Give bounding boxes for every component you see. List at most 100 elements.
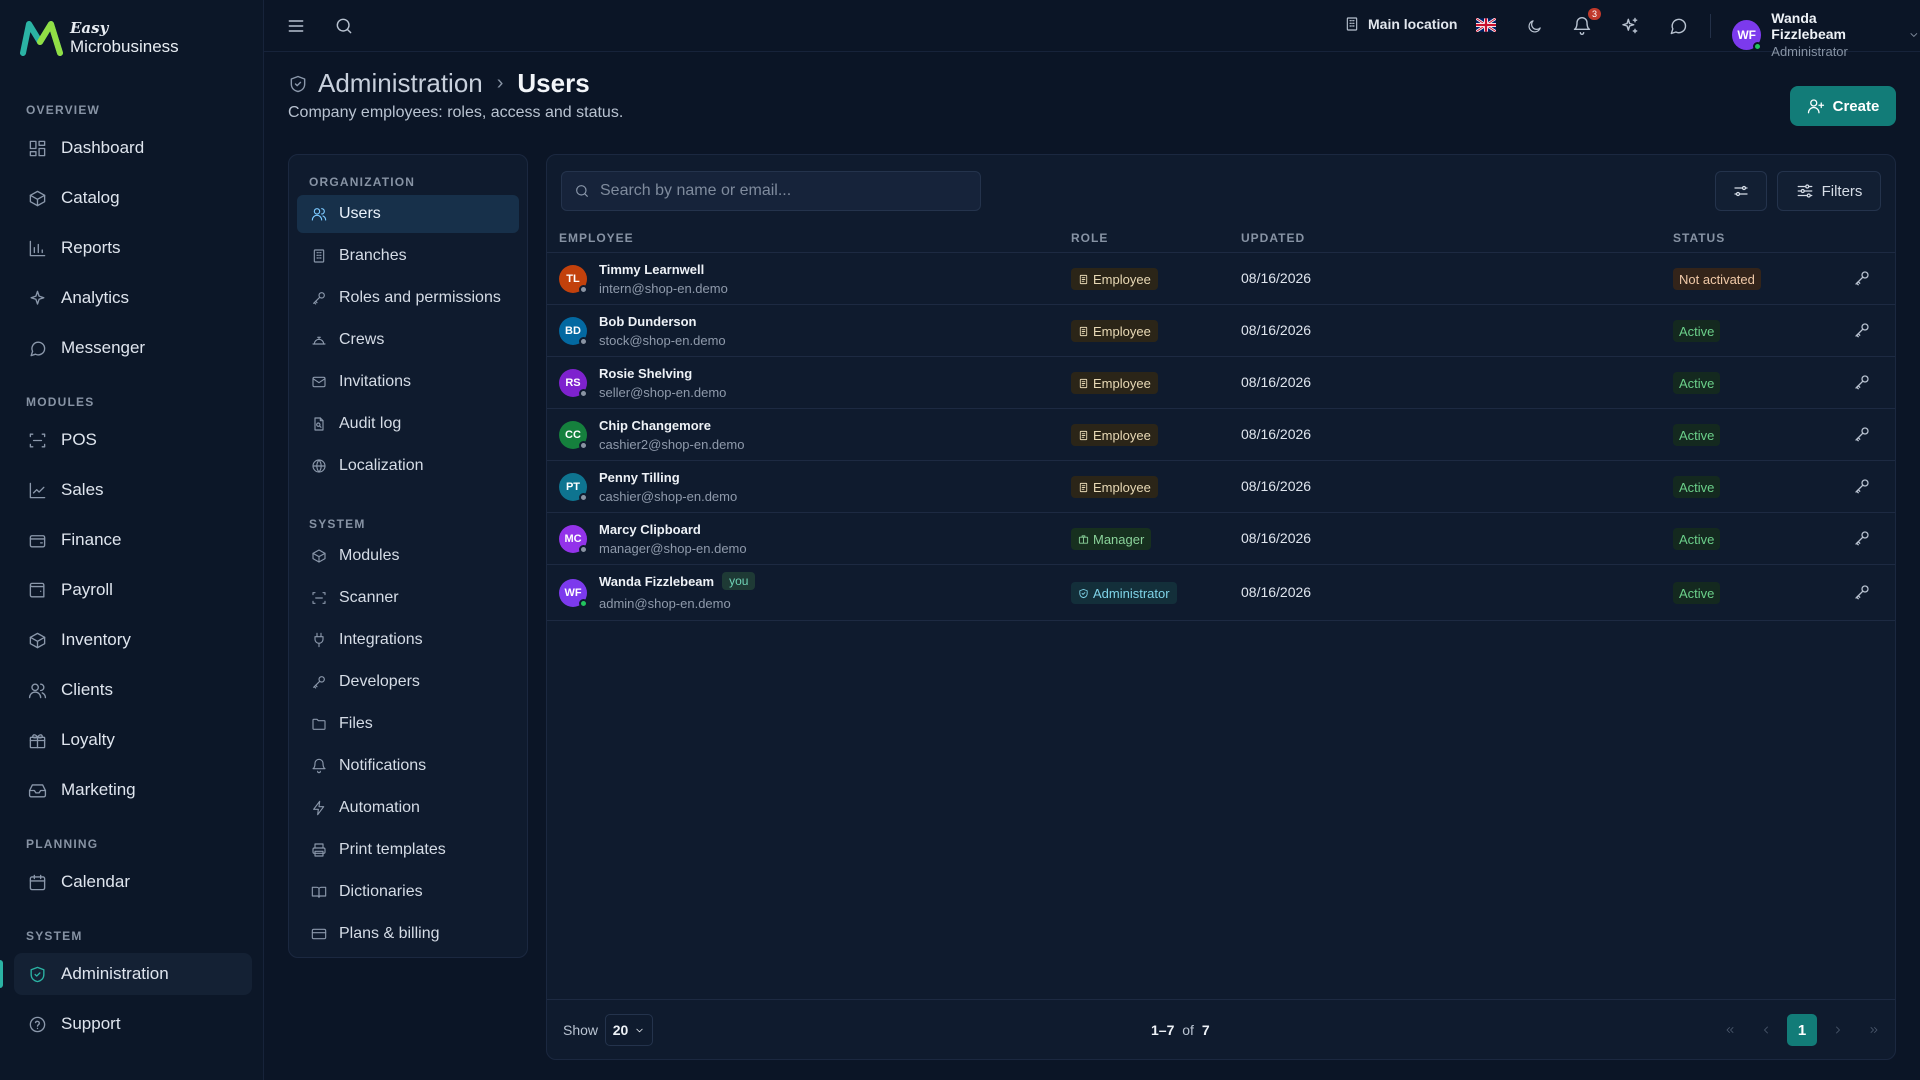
user-plus-icon [1807, 99, 1824, 114]
employee-name[interactable]: Marcy Clipboard [599, 522, 701, 537]
access-key-button[interactable] [1853, 269, 1871, 287]
subnav-item-crews[interactable]: Crews [297, 321, 519, 359]
table-row[interactable]: WF Wanda Fizzlebeam you admin@shop-en.demo A… [547, 565, 1895, 621]
subnav-item-modules[interactable]: Modules [297, 537, 519, 575]
subnav-item-automation[interactable]: Automation [297, 789, 519, 827]
updated-date: 08/16/2026 [1241, 584, 1312, 600]
subnav-item-integrations[interactable]: Integrations [297, 621, 519, 659]
first-page-button[interactable] [1715, 1014, 1745, 1046]
subnav-item-branches[interactable]: Branches [297, 237, 519, 275]
sidebar-item-label: Catalog [61, 188, 120, 207]
sidebar-item-clients[interactable]: Clients [14, 669, 252, 711]
column-role[interactable]: ROLE [1071, 231, 1108, 245]
filters-button[interactable]: Filters [1777, 171, 1881, 211]
table-row[interactable]: CC Chip Changemore cashier2@shop-en.demo Em… [547, 409, 1895, 461]
updated-date: 08/16/2026 [1241, 530, 1312, 546]
table-row[interactable]: TL Timmy Learnwell intern@shop-en.demo Empl… [547, 253, 1895, 305]
subnav-item-scanner[interactable]: Scanner [297, 579, 519, 617]
prev-page-button[interactable] [1751, 1014, 1781, 1046]
user-menu[interactable]: WF Wanda Fizzlebeam Administrator [1732, 10, 1920, 59]
subnav-item-label: Scanner [339, 589, 399, 606]
access-key-button[interactable] [1853, 529, 1871, 547]
column-settings-button[interactable] [1715, 171, 1767, 211]
sidebar-item-analytics[interactable]: Analytics [14, 277, 252, 319]
employee-name[interactable]: Chip Changemore [599, 418, 711, 433]
page-button-current[interactable]: 1 [1787, 1014, 1817, 1046]
subnav-item-notifications[interactable]: Notifications [297, 747, 519, 785]
notifications-button[interactable]: 3 [1570, 8, 1602, 38]
access-key-button[interactable] [1853, 321, 1871, 339]
access-key-button[interactable] [1853, 477, 1871, 495]
sparkles-icon [1622, 17, 1638, 34]
search-box[interactable] [561, 171, 981, 211]
key-icon [1855, 375, 1869, 390]
last-page-button[interactable] [1859, 1014, 1889, 1046]
sidebar-item-sales[interactable]: Sales [14, 469, 252, 511]
subnav-item-developers[interactable]: Developers [297, 663, 519, 701]
employee-initials: WF [564, 587, 582, 599]
sidebar-item-calendar[interactable]: Calendar [14, 861, 252, 903]
dashboard-icon [29, 140, 46, 156]
user-name: Wanda Fizzlebeam [1771, 10, 1846, 42]
column-employee[interactable]: EMPLOYEE [559, 231, 634, 245]
sidebar-item-catalog[interactable]: Catalog [14, 177, 252, 219]
mail-icon [312, 376, 326, 388]
global-search-button[interactable] [332, 14, 356, 38]
chat-button[interactable] [1666, 14, 1690, 38]
sidebar-item-reports[interactable]: Reports [14, 227, 252, 269]
subnav-item-localization[interactable]: Localization [297, 447, 519, 485]
subnav-item-audit-log[interactable]: Audit log [297, 405, 519, 443]
ai-assistant-button[interactable] [1618, 14, 1642, 38]
filters-label: Filters [1821, 182, 1863, 200]
sidebar-item-payroll[interactable]: Payroll [14, 569, 252, 611]
access-key-button[interactable] [1853, 425, 1871, 443]
role-badge: Manager [1071, 528, 1152, 550]
table-row[interactable]: BD Bob Dunderson stock@shop-en.demo Employe… [547, 305, 1895, 357]
breadcrumb-parent[interactable]: Administration [318, 68, 483, 99]
sidebar-item-pos[interactable]: POS [14, 419, 252, 461]
subnav-item-users[interactable]: Users [297, 195, 519, 233]
subnav-item-roles[interactable]: Roles and permissions [297, 279, 519, 317]
subnav-item-label: Localization [339, 457, 424, 474]
subnav-item-invitations[interactable]: Invitations [297, 363, 519, 401]
subnav-item-plans-billing[interactable]: Plans & billing [297, 915, 519, 953]
employee-initials: PT [565, 481, 581, 493]
brand-logo[interactable]: Easy Microbusiness [20, 20, 179, 56]
column-updated[interactable]: UPDATED [1241, 231, 1305, 245]
theme-toggle-button[interactable] [1522, 14, 1546, 38]
column-status[interactable]: STATUS [1673, 231, 1725, 245]
briefcase-icon [1078, 534, 1089, 544]
next-page-button[interactable] [1823, 1014, 1853, 1046]
uk-flag-icon[interactable] [1476, 18, 1496, 32]
create-user-button[interactable]: Create [1790, 86, 1896, 126]
sidebar-item-messenger[interactable]: Messenger [14, 327, 252, 369]
search-input[interactable] [600, 182, 960, 200]
sidebar-item-support[interactable]: Support [14, 1003, 252, 1045]
role-label: Employee [1093, 271, 1151, 287]
key-icon [1855, 531, 1869, 546]
employee-name[interactable]: Timmy Learnwell [599, 262, 704, 277]
subnav-item-dictionaries[interactable]: Dictionaries [297, 873, 519, 911]
page-size-select[interactable]: 20 [605, 1014, 653, 1046]
access-key-button[interactable] [1853, 583, 1871, 601]
table-row[interactable]: PT Penny Tilling cashier@shop-en.demo Emplo… [547, 461, 1895, 513]
sidebar-item-administration[interactable]: Administration [14, 953, 252, 995]
audit-icon [314, 417, 324, 431]
access-key-button[interactable] [1853, 373, 1871, 391]
employee-name[interactable]: Penny Tilling [599, 470, 680, 485]
sidebar-item-dashboard[interactable]: Dashboard [14, 127, 252, 169]
employee-name[interactable]: Bob Dunderson [599, 314, 697, 329]
sidebar-item-marketing[interactable]: Marketing [14, 769, 252, 811]
table-row[interactable]: MC Marcy Clipboard manager@shop-en.demo Man… [547, 513, 1895, 565]
sidebar-item-finance[interactable]: Finance [14, 519, 252, 561]
sidebar-item-loyalty[interactable]: Loyalty [14, 719, 252, 761]
location-selector[interactable]: Main location [1344, 16, 1457, 32]
sidebar-item-inventory[interactable]: Inventory [14, 619, 252, 661]
range-of: of [1182, 1022, 1194, 1038]
subnav-item-print-templates[interactable]: Print templates [297, 831, 519, 869]
subnav-item-files[interactable]: Files [297, 705, 519, 743]
menu-toggle-button[interactable] [284, 14, 308, 38]
table-row[interactable]: RS Rosie Shelving seller@shop-en.demo Emplo… [547, 357, 1895, 409]
employee-name[interactable]: Wanda Fizzlebeam [599, 574, 714, 589]
employee-name[interactable]: Rosie Shelving [599, 366, 692, 381]
